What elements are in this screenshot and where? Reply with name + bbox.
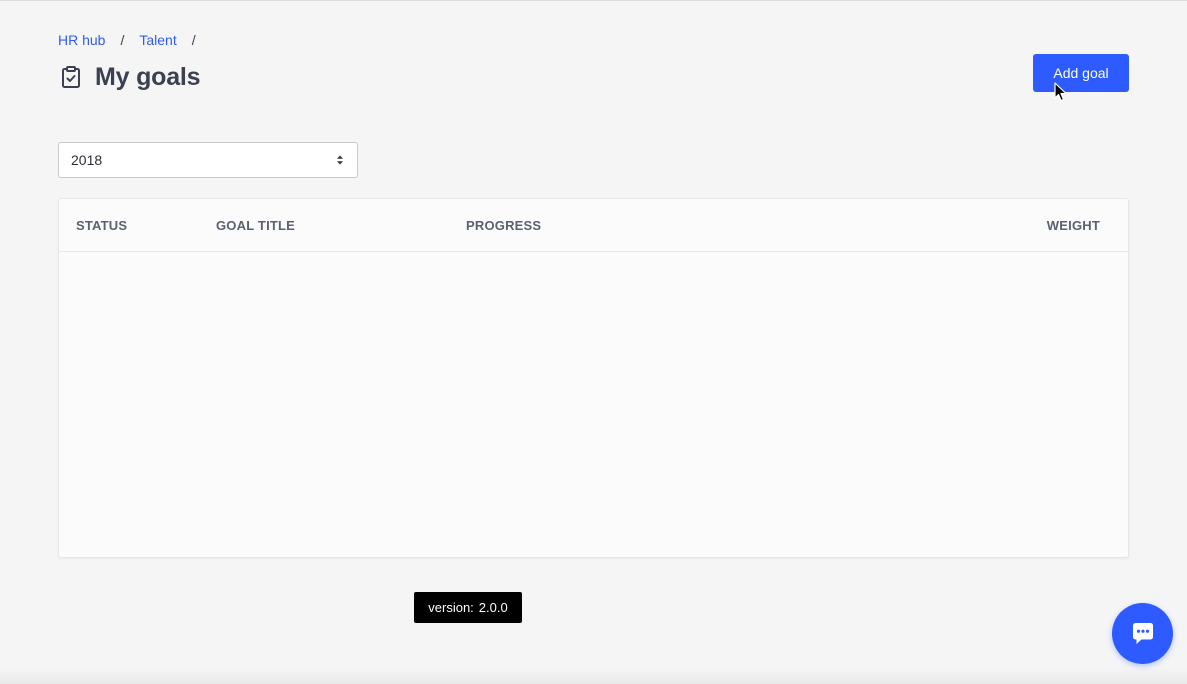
breadcrumb-item-hr-hub[interactable]: HR hub xyxy=(58,32,105,48)
version-value: 2.0.0 xyxy=(478,600,508,615)
breadcrumb-separator: / xyxy=(120,32,125,48)
bottom-fade xyxy=(0,668,1187,684)
year-select[interactable]: 2018 xyxy=(58,142,358,178)
page-header: My goals xyxy=(58,60,201,94)
table-header: STATUS GOAL TITLE PROGRESS WEIGHT xyxy=(59,199,1128,252)
page-title: My goals xyxy=(95,62,201,91)
table-body xyxy=(59,252,1128,557)
version-badge: version: 2.0.0 xyxy=(414,592,522,623)
clipboard-check-icon xyxy=(62,66,80,88)
year-select-value: 2018 xyxy=(71,152,103,168)
version-label: version: xyxy=(428,600,474,615)
column-header-progress[interactable]: PROGRESS xyxy=(466,218,541,233)
add-goal-button[interactable]: Add goal xyxy=(1033,54,1129,92)
chat-bubble-icon xyxy=(1132,622,1153,644)
breadcrumb: HR hub / Talent / xyxy=(58,31,196,49)
select-arrows-icon xyxy=(337,155,343,165)
column-header-status[interactable]: STATUS xyxy=(76,218,127,233)
column-header-weight[interactable]: WEIGHT xyxy=(1047,218,1100,233)
page-top-divider xyxy=(0,0,1187,1)
chat-button[interactable] xyxy=(1112,603,1173,664)
column-header-goal-title[interactable]: GOAL TITLE xyxy=(216,218,295,233)
breadcrumb-separator: / xyxy=(191,32,196,48)
breadcrumb-item-talent[interactable]: Talent xyxy=(139,32,176,48)
goals-table: STATUS GOAL TITLE PROGRESS WEIGHT xyxy=(58,198,1129,558)
